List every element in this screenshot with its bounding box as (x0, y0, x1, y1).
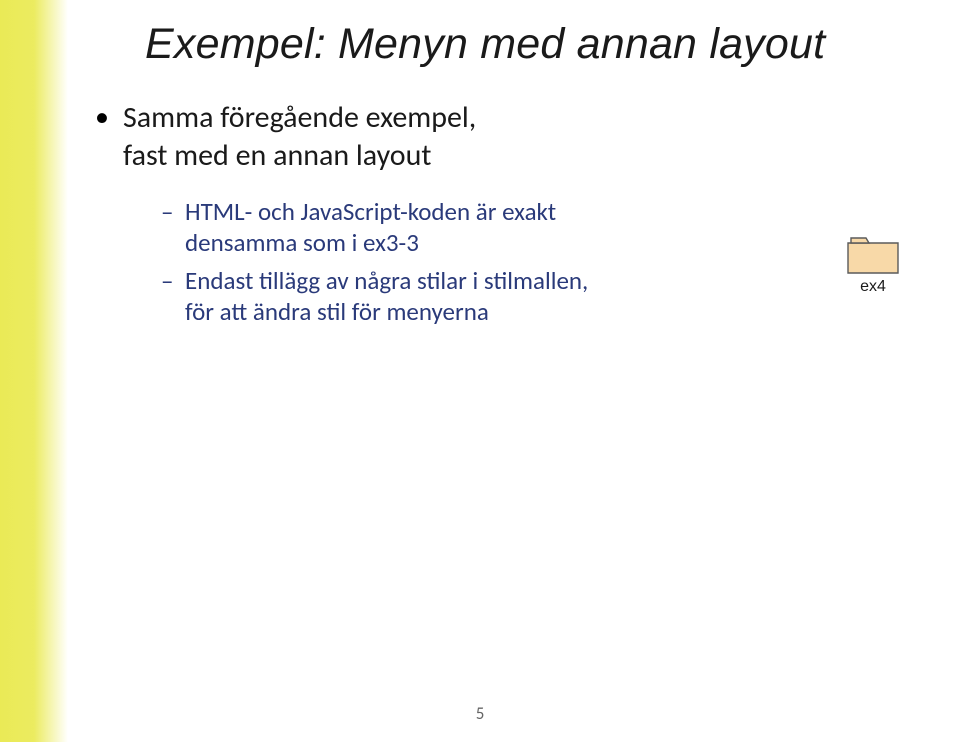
bullet-text: fast med en annan layout (123, 137, 431, 174)
list-item: HTML- och JavaScript-koden är exakt dens… (161, 196, 920, 259)
bullet-text: Samma föregående exempel, (123, 99, 476, 136)
bullet-text: densamma som i ex3-3 (185, 227, 419, 258)
folder-icon (846, 235, 900, 275)
folder-link[interactable]: ex4 (846, 235, 900, 296)
slide-content: Exempel: Menyn med annan layout Samma fö… (0, 0, 960, 742)
slide-title: Exempel: Menyn med annan layout (145, 20, 920, 69)
list-item: Endast tillägg av några stilar i stilmal… (161, 265, 920, 328)
bullet-text: HTML- och JavaScript-koden är exakt (185, 196, 556, 227)
bullet-text: Endast tillägg av några stilar i stilmal… (185, 265, 588, 296)
page-number: 5 (0, 703, 960, 724)
bullet-list-level2: HTML- och JavaScript-koden är exakt dens… (161, 196, 920, 327)
bullet-list-level1: Samma föregående exempel, fast med en an… (95, 99, 920, 327)
list-item: Samma föregående exempel, fast med en an… (95, 99, 920, 327)
bullet-text: för att ändra stil för menyerna (185, 296, 489, 327)
folder-label: ex4 (846, 278, 900, 296)
